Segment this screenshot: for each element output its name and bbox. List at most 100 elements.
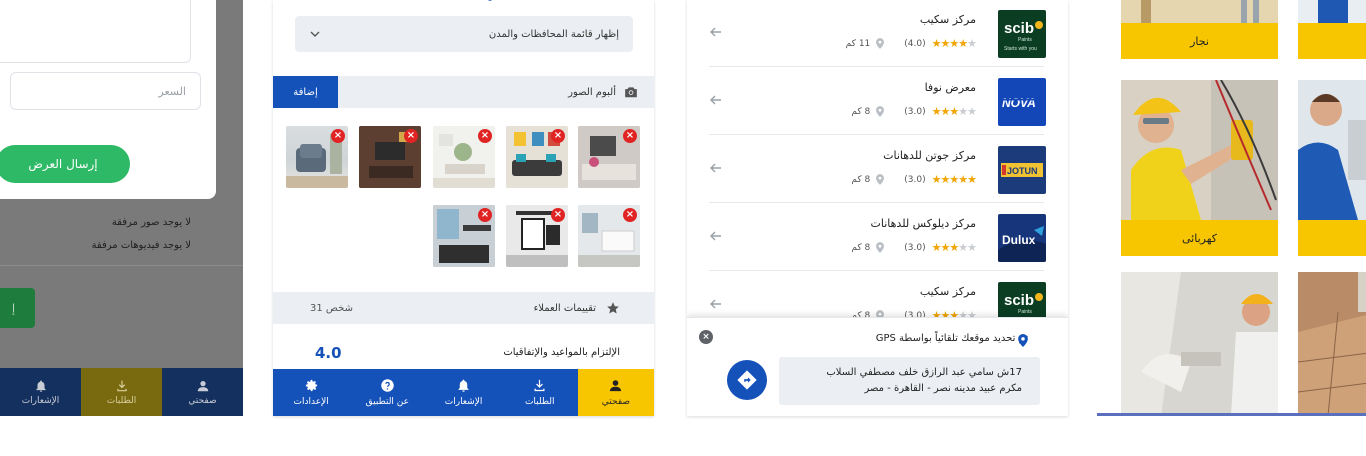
bell-icon (35, 379, 46, 392)
star-icon: ★ (958, 37, 968, 50)
svg-text:Paints: Paints (1018, 309, 1032, 315)
gallery-photo[interactable]: × (578, 126, 640, 188)
vendor-row[interactable]: NOVA معرض نوفا ★ ★ ★ ★ ★ (3.0) 8 كم (709, 67, 1046, 135)
nav-label: الطلبات (524, 397, 555, 407)
service-photo (1121, 0, 1278, 24)
star-icon: ★ (940, 241, 951, 254)
vendor-logo: JOTUN (998, 146, 1046, 194)
nav-item-notifications[interactable]: الإشعارات (425, 369, 501, 416)
bell-icon (458, 379, 469, 392)
gallery-photo[interactable]: × (506, 205, 568, 267)
profile-edit-screen: إظهار قائمة المحافظات والمدن إضافة ألبوم… (273, 0, 654, 416)
star-icon: ★ (967, 173, 977, 186)
location-pin-icon (876, 106, 885, 117)
service-photo (1298, 272, 1366, 413)
service-photo (1298, 80, 1366, 220)
province-select[interactable]: إظهار قائمة المحافظات والمدن (295, 16, 633, 52)
send-offer-button[interactable]: إرسال العرض (0, 145, 130, 183)
star-icon: ★ (958, 173, 968, 186)
description-field[interactable] (0, 0, 191, 63)
directions-button[interactable] (727, 360, 767, 400)
vendor-name: مركز ديلوكس للدهانات (870, 217, 977, 230)
delete-photo-button[interactable]: × (551, 129, 565, 143)
service-photo (1298, 0, 1366, 24)
rating-value: (3.0) (904, 242, 926, 253)
nav-label: الإشعارات (444, 397, 483, 407)
delete-photo-button[interactable]: × (331, 129, 345, 143)
service-tile[interactable] (1298, 0, 1366, 60)
star-icon (607, 302, 619, 314)
bottom-nav: صفحتي الطلبات الإشعارات عن التطبيق الإعد… (273, 369, 654, 416)
nav-item-my-page[interactable]: صفحتي (162, 368, 243, 416)
gallery-photo[interactable]: × (433, 205, 495, 267)
svg-text:Dulux: Dulux (1002, 233, 1036, 247)
nav-label: صفحتي (601, 397, 631, 407)
dulux-logo: Dulux (998, 214, 1046, 262)
close-icon[interactable]: × (699, 330, 713, 344)
star-icon: ★ (958, 105, 968, 118)
no-images-note: لا يوجد صور مرفقة (111, 217, 191, 228)
partial-action-button[interactable]: إ (0, 288, 35, 328)
delete-photo-button[interactable]: × (478, 129, 492, 143)
gallery-photo[interactable]: × (286, 126, 348, 188)
user-icon (197, 380, 208, 391)
delete-photo-button[interactable]: × (404, 129, 418, 143)
arrow-left-icon (710, 163, 721, 173)
service-tile[interactable] (1298, 80, 1366, 256)
vendor-row[interactable]: scibPaintsStarts with you مركز سكيب ★★★★… (709, 0, 1046, 67)
gallery-photo[interactable]: × (506, 126, 568, 188)
star-icon: ★ (940, 173, 951, 186)
gallery-photo[interactable]: × (359, 126, 421, 188)
nav-label: الإعدادات (293, 397, 329, 407)
nav-item-notifications[interactable]: الإشعارات (0, 368, 81, 416)
reviews-title: تقييمات العملاء (534, 292, 620, 324)
delete-photo-button[interactable]: × (478, 208, 492, 222)
add-photo-button[interactable]: إضافة (273, 76, 338, 108)
nav-item-about[interactable]: عن التطبيق (349, 369, 425, 416)
service-tile-carpenter[interactable]: نجار (1121, 0, 1278, 60)
address-line: 17ش سامي عبد الرازق خلف مصطفي السلاب (826, 367, 1022, 378)
svg-text:JOTUN: JOTUN (1007, 166, 1038, 176)
vendor-name: مركز جوتن للدهانات (883, 149, 976, 162)
vendor-meta: ★ ★ ★ ★ ★ (4.0) 11 كم (845, 37, 977, 50)
gallery-photo[interactable]: × (433, 126, 495, 188)
vendor-name: معرض نوفا (924, 81, 976, 94)
nav-label: الإشعارات (21, 395, 60, 406)
download-icon (534, 379, 545, 392)
gallery-photo[interactable]: × (578, 205, 640, 267)
nav-item-orders[interactable]: الطلبات (502, 369, 578, 416)
rating-value: (3.0) (904, 174, 926, 185)
rating-stars: ★ ★ ★ ★ ★ (932, 105, 977, 118)
vendor-distance: 11 كم (845, 38, 871, 49)
svg-text:NOVA: NOVA (1002, 96, 1036, 110)
service-tile[interactable] (1298, 272, 1366, 413)
delete-photo-button[interactable]: × (623, 208, 637, 222)
nav-item-settings[interactable]: الإعدادات (273, 369, 349, 416)
star-icon: ★ (949, 105, 959, 118)
star-icon: ★ (931, 37, 942, 50)
vendor-meta: ★ ★ ★ ★ ★ (3.0) 8 كم (851, 105, 977, 118)
nav-item-my-page[interactable]: صفحتي (577, 369, 654, 416)
service-tile-plasterer[interactable] (1121, 272, 1278, 413)
vendors-list-screen: scib Paints Starts with you مركز سكيب ★ ★ ★ ★… (687, 0, 1068, 416)
customer-reviews-header: تقييمات العملاء 31 شخص (273, 292, 654, 324)
vendor-distance: 8 كم (851, 242, 871, 253)
service-caption (1298, 220, 1366, 256)
rating-value: (4.0) (904, 38, 926, 49)
vendor-name: مركز سكيب (919, 13, 976, 26)
service-caption: كهربائى (1121, 220, 1278, 256)
services-grid-screen: نجار كهربائى (1097, 0, 1366, 416)
delete-photo-button[interactable]: × (623, 129, 637, 143)
vendor-row[interactable]: Dulux مركز ديلوكس للدهانات ★ ★ ★ ★ ★ (3.0) 8… (709, 203, 1046, 271)
vendor-row[interactable]: JOTUN مركز جوتن للدهانات ★ ★ ★ ★ ★ (3.0) 8 ك… (709, 135, 1046, 203)
price-input[interactable]: السعر (10, 72, 201, 110)
camera-icon (625, 87, 637, 98)
star-icon: ★ (967, 37, 977, 50)
service-tile-electrician[interactable]: كهربائى (1121, 80, 1278, 256)
service-photo (1121, 272, 1278, 413)
divider (0, 265, 243, 266)
delete-photo-button[interactable]: × (551, 208, 565, 222)
nav-item-orders[interactable]: الطلبات (81, 368, 162, 416)
vendor-meta: ★ ★ ★ ★ ★ (3.0) 8 كم (851, 241, 977, 254)
arrow-left-icon (710, 299, 721, 309)
